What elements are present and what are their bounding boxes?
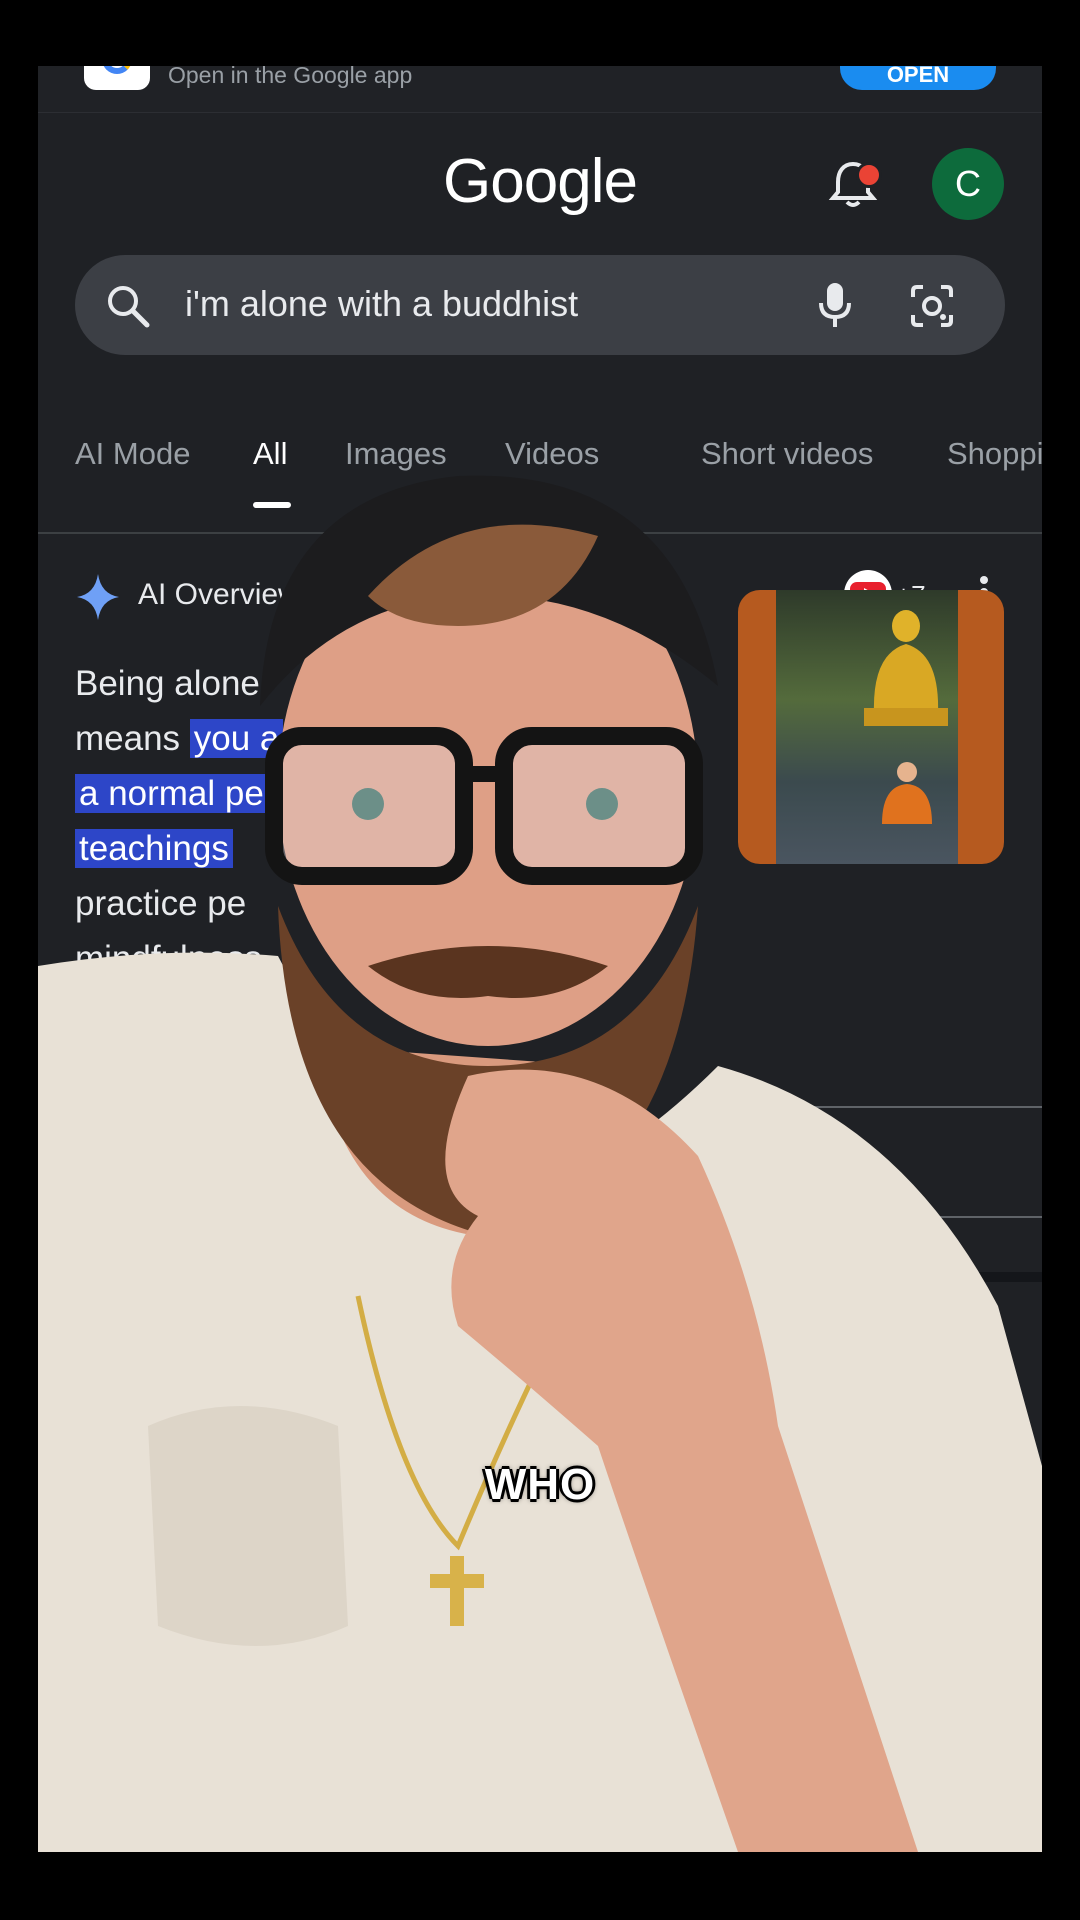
avatar[interactable]: C <box>932 148 1004 220</box>
search-icon[interactable] <box>105 283 151 329</box>
ai-overview-text: Being alone means you a a normal pe teac… <box>75 656 315 1041</box>
open-app-button[interactable]: OPEN <box>840 66 996 90</box>
sparkle-icon <box>77 574 119 620</box>
notification-dot <box>856 162 882 188</box>
more-vert-icon[interactable] <box>978 1350 990 1386</box>
video-caption: WHO <box>484 1460 596 1509</box>
tab-shopping[interactable]: Shopping <box>947 436 1042 472</box>
ai-overview-label: AI Overview <box>138 578 300 611</box>
google-search-screen: Open in the Google app OPEN Google C i'm… <box>38 66 1042 1852</box>
tab-short-videos[interactable]: Short videos <box>701 436 873 472</box>
buddha-statue <box>864 610 948 726</box>
mic-icon[interactable] <box>815 281 855 329</box>
ai-text-line: Being alone <box>75 664 260 703</box>
buddha-thumbnail[interactable] <box>738 590 1004 864</box>
lens-icon[interactable] <box>909 283 955 329</box>
app-banner: Open in the Google app OPEN <box>38 66 1042 113</box>
google-app-icon <box>84 66 150 90</box>
ai-text-line: mindfulness <box>75 939 262 978</box>
tab-images[interactable]: Images <box>345 436 447 472</box>
ai-text-line: practice pe <box>75 884 247 923</box>
tabs-divider <box>38 532 1042 534</box>
ai-text-line: means you a <box>75 711 315 766</box>
active-tab-indicator <box>253 502 291 508</box>
banner-text: Open in the Google app <box>168 66 413 88</box>
ai-text-line: teachings <box>75 821 315 876</box>
ai-text-line: a normal pe <box>75 766 315 821</box>
tab-ai-mode[interactable]: AI Mode <box>75 436 190 472</box>
tab-all[interactable]: All <box>253 436 287 472</box>
monk-figure <box>882 762 932 824</box>
search-bar[interactable]: i'm alone with a buddhist <box>75 255 1005 355</box>
tab-videos[interactable]: Videos <box>505 436 599 472</box>
search-input[interactable]: i'm alone with a buddhist <box>185 283 578 325</box>
show-more-button[interactable] <box>738 1106 1042 1218</box>
ai-text-line: fear or worr <box>75 994 254 1033</box>
section-divider <box>38 1272 1042 1282</box>
google-logo[interactable]: Google <box>38 146 1042 217</box>
